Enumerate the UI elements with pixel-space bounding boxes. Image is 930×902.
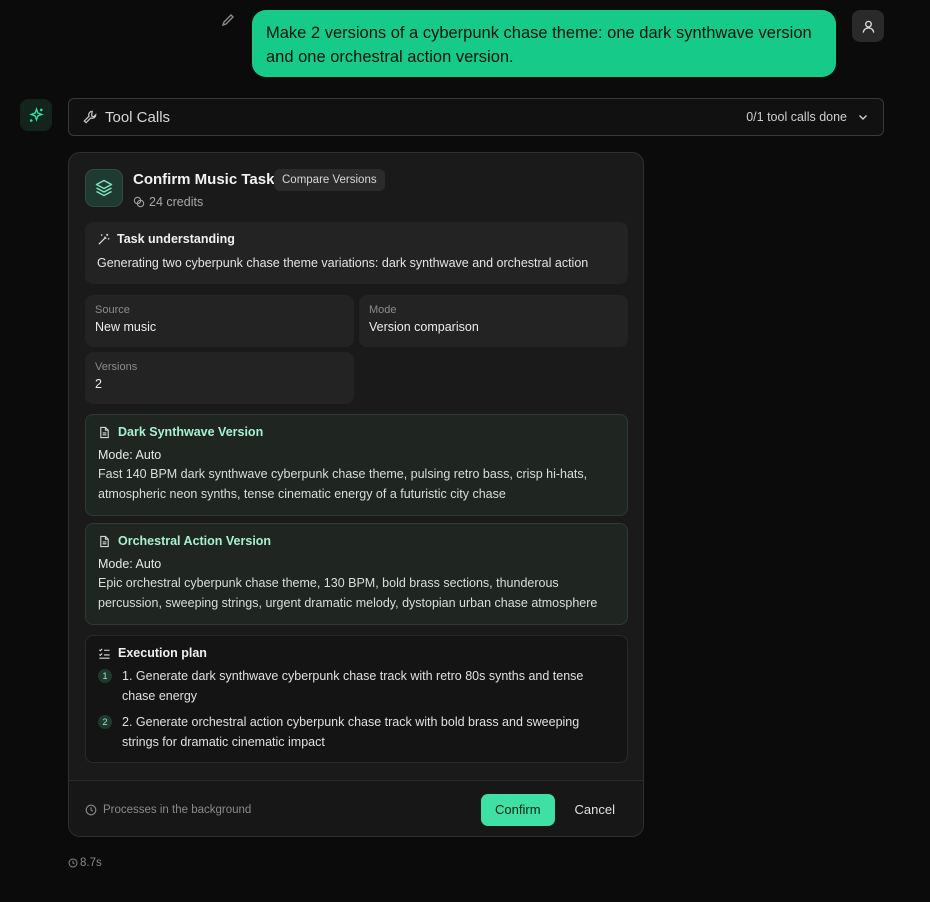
version-card-orchestral: Orchestral Action Version Mode: Auto Epi… — [85, 523, 628, 625]
document-icon — [100, 535, 109, 547]
version-mode: Mode: Auto — [98, 448, 162, 462]
assistant-avatar — [20, 99, 52, 131]
version-mode: Mode: Auto — [98, 557, 162, 571]
elapsed-time: 8.7s — [68, 857, 102, 869]
background-note: Processes in the background — [85, 804, 251, 816]
versions-value: 2 — [95, 377, 102, 391]
document-icon — [100, 426, 109, 438]
card-footer: Processes in the background Confirm Canc… — [69, 780, 643, 836]
edit-message-icon[interactable] — [220, 12, 236, 28]
plan-label: Execution plan — [118, 646, 207, 660]
background-note-text: Processes in the background — [103, 803, 252, 816]
version-prompt: Fast 140 BPM dark synthwave cyberpunk ch… — [98, 467, 588, 501]
tool-calls-toggle[interactable]: Tool Calls 0/1 tool calls done — [68, 98, 884, 136]
source-value: New music — [95, 320, 157, 334]
meta-versions: Versions 2 — [85, 352, 354, 404]
version-prompt: Epic orchestral cyberpunk chase theme, 1… — [98, 576, 598, 610]
meta-mode: Mode Version comparison — [359, 295, 628, 347]
wrench-icon — [83, 110, 97, 124]
coins-icon — [133, 196, 145, 208]
plan-step: 1 1. Generate dark synthwave cyberpunk c… — [98, 666, 615, 706]
mode-label: Mode — [369, 304, 397, 316]
checklist-icon — [98, 647, 110, 659]
mode-value: Version comparison — [369, 320, 479, 334]
meta-source: Source New music — [85, 295, 354, 347]
user-icon — [862, 20, 874, 33]
layers-icon — [85, 169, 123, 207]
confirm-task-card: Confirm Music Task Compare Versions 24 c… — [68, 152, 644, 837]
understanding-text: Generating two cyberpunk chase theme var… — [97, 256, 589, 270]
clock-icon — [68, 858, 78, 868]
task-understanding: Task understanding Generating two cyberp… — [85, 222, 628, 284]
credits-label: 24 credits — [149, 195, 204, 209]
clock-icon — [85, 804, 97, 815]
mode-badge: Compare Versions — [274, 169, 385, 191]
card-title: Confirm Music Task — [133, 171, 275, 188]
step-number: 2 — [98, 715, 112, 729]
tool-calls-status: 0/1 tool calls done — [746, 110, 847, 124]
version-title: Dark Synthwave Version — [118, 425, 264, 439]
magic-wand-icon — [98, 233, 110, 245]
confirm-button[interactable]: Confirm — [481, 793, 555, 826]
cancel-button[interactable]: Cancel — [561, 794, 629, 826]
chevron-down-icon — [859, 115, 867, 120]
version-card-synthwave: Dark Synthwave Version Mode: Auto Fast 1… — [85, 414, 628, 516]
step-text: 2. Generate orchestral action cyberpunk … — [122, 715, 580, 749]
user-avatar[interactable] — [852, 10, 884, 42]
version-title: Orchestral Action Version — [118, 534, 272, 548]
understanding-label: Task understanding — [117, 232, 235, 246]
step-number: 1 — [98, 669, 112, 683]
sparkles-icon — [28, 106, 44, 122]
user-message: Make 2 versions of a cyberpunk chase the… — [252, 10, 836, 77]
elapsed-value: 8.7s — [80, 857, 102, 869]
plan-step: 2 2. Generate orchestral action cyberpun… — [98, 712, 615, 752]
tool-calls-title: Tool Calls — [105, 108, 171, 126]
credits-cost: 24 credits — [133, 195, 203, 209]
source-label: Source — [95, 304, 130, 316]
execution-plan: Execution plan 1 1. Generate dark synthw… — [85, 635, 628, 763]
versions-label: Versions — [95, 361, 138, 373]
step-text: 1. Generate dark synthwave cyberpunk cha… — [122, 669, 584, 703]
